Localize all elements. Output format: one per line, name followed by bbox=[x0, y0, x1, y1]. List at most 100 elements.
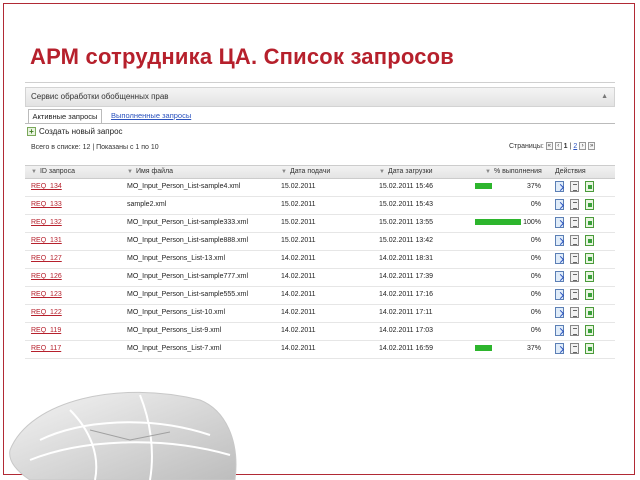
open-icon[interactable] bbox=[555, 271, 564, 282]
first-page-icon[interactable]: « bbox=[545, 142, 553, 150]
row-actions bbox=[555, 253, 615, 265]
plus-icon: + bbox=[27, 127, 36, 137]
loaded-date: 15.02.2011 13:42 bbox=[379, 237, 433, 244]
row-actions bbox=[555, 181, 615, 193]
requests-panel: Сервис обработки обобщенных прав ▲ Актив… bbox=[25, 82, 615, 361]
request-id-link[interactable]: REQ_122 bbox=[31, 304, 62, 322]
tab-active-requests[interactable]: Активные запросы bbox=[28, 109, 102, 124]
table-row[interactable]: REQ_117 MO_Input_Persons_List-7.xml 14.02.… bbox=[25, 340, 615, 359]
col-percent[interactable]: ▼% выполнения bbox=[485, 166, 542, 178]
prev-page-icon[interactable]: ‹ bbox=[554, 142, 562, 150]
file-name: MO_Input_Person_List-sample4.xml bbox=[127, 183, 241, 190]
open-icon[interactable] bbox=[555, 181, 564, 192]
download-icon[interactable] bbox=[585, 289, 594, 300]
download-icon[interactable] bbox=[585, 307, 594, 318]
document-icon[interactable] bbox=[570, 325, 579, 336]
request-id-link[interactable]: REQ_117 bbox=[31, 340, 61, 358]
open-icon[interactable] bbox=[555, 343, 564, 354]
document-icon[interactable] bbox=[570, 199, 579, 210]
request-id-link[interactable]: REQ_123 bbox=[31, 286, 62, 304]
current-page: 1 bbox=[563, 142, 568, 150]
loaded-date: 14.02.2011 17:16 bbox=[379, 291, 433, 298]
download-icon[interactable] bbox=[585, 181, 594, 192]
last-page-icon[interactable]: » bbox=[588, 142, 596, 150]
create-request-label: Создать новый запрос bbox=[39, 127, 123, 136]
col-submitted[interactable]: ▼ Дата подачи bbox=[281, 166, 330, 178]
download-icon[interactable] bbox=[585, 217, 594, 228]
request-id-link[interactable]: REQ_126 bbox=[31, 268, 62, 286]
open-icon[interactable] bbox=[555, 307, 564, 318]
submitted-date: 15.02.2011 bbox=[281, 237, 316, 244]
col-id[interactable]: ▼ ID запроса bbox=[31, 166, 75, 178]
next-page-icon[interactable]: › bbox=[579, 142, 587, 150]
submitted-date: 14.02.2011 bbox=[281, 273, 316, 280]
document-icon[interactable] bbox=[570, 181, 579, 192]
col-loaded[interactable]: ▼ Дата загрузки bbox=[379, 166, 433, 178]
loaded-date: 14.02.2011 16:59 bbox=[379, 345, 433, 352]
request-id-link[interactable]: REQ_133 bbox=[31, 196, 62, 214]
table-row[interactable]: REQ_126 MO_Input_Person_List-sample777.xm… bbox=[25, 268, 615, 287]
table-row[interactable]: REQ_123 MO_Input_Person_List-sample555.xm… bbox=[25, 286, 615, 305]
table-row[interactable]: REQ_134 MO_Input_Person_List-sample4.xml 1… bbox=[25, 178, 615, 197]
document-icon[interactable] bbox=[570, 271, 579, 282]
table-row[interactable]: REQ_131 MO_Input_Person_List-sample888.xm… bbox=[25, 232, 615, 251]
loaded-date: 14.02.2011 17:03 bbox=[379, 327, 433, 334]
loaded-date: 14.02.2011 17:11 bbox=[379, 309, 433, 316]
download-icon[interactable] bbox=[585, 199, 594, 210]
service-title: Сервис обработки обобщенных прав bbox=[31, 92, 169, 101]
request-id-link[interactable]: REQ_127 bbox=[31, 250, 62, 268]
document-icon[interactable] bbox=[570, 343, 579, 354]
document-icon[interactable] bbox=[570, 217, 579, 228]
open-icon[interactable] bbox=[555, 289, 564, 300]
request-id-link[interactable]: REQ_132 bbox=[31, 214, 62, 232]
table-row[interactable]: REQ_133 sample2.xml 15.02.2011 15.02.2011 1… bbox=[25, 196, 615, 215]
table-row[interactable]: REQ_132 MO_Input_Person_List-sample333.xm… bbox=[25, 214, 615, 233]
open-icon[interactable] bbox=[555, 325, 564, 336]
request-id-link[interactable]: REQ_131 bbox=[31, 232, 62, 250]
percent-label: 37% bbox=[526, 345, 541, 352]
document-icon[interactable] bbox=[570, 289, 579, 300]
open-icon[interactable] bbox=[555, 199, 564, 210]
request-id-link[interactable]: REQ_134 bbox=[31, 178, 62, 196]
download-icon[interactable] bbox=[585, 271, 594, 282]
col-actions: Действия bbox=[555, 168, 586, 175]
row-actions bbox=[555, 235, 615, 247]
percent-label: 0% bbox=[530, 237, 541, 244]
open-icon[interactable] bbox=[555, 217, 564, 228]
service-header: Сервис обработки обобщенных прав ▲ bbox=[25, 87, 615, 107]
download-icon[interactable] bbox=[585, 325, 594, 336]
tab-completed-requests[interactable]: Выполненные запросы bbox=[111, 109, 191, 122]
percent-label: 37% bbox=[526, 183, 541, 190]
document-icon[interactable] bbox=[570, 235, 579, 246]
pagination: Страницы: « ‹ 1 | 2 › » bbox=[509, 142, 596, 150]
percent-label: 0% bbox=[530, 327, 541, 334]
loaded-date: 14.02.2011 18:31 bbox=[379, 255, 433, 262]
download-icon[interactable] bbox=[585, 253, 594, 264]
loaded-date: 15.02.2011 13:55 bbox=[379, 219, 433, 226]
collapse-icon[interactable]: ▲ bbox=[601, 88, 608, 106]
page-2-link[interactable]: 2 bbox=[573, 143, 577, 150]
percent-label: 0% bbox=[530, 201, 541, 208]
file-name: MO_Input_Persons_List-13.xml bbox=[127, 255, 226, 262]
document-icon[interactable] bbox=[570, 307, 579, 318]
document-icon[interactable] bbox=[570, 253, 579, 264]
request-id-link[interactable]: REQ_119 bbox=[31, 322, 61, 340]
file-name: MO_Input_Person_List-sample555.xml bbox=[127, 291, 249, 298]
table-row[interactable]: REQ_119 MO_Input_Persons_List-9.xml 14.02.… bbox=[25, 322, 615, 341]
table-row[interactable]: REQ_122 MO_Input_Persons_List-10.xml 14.02… bbox=[25, 304, 615, 323]
col-filename[interactable]: ▼ Имя файла bbox=[127, 166, 173, 178]
page-title: АРМ сотрудника ЦА. Список запросов bbox=[30, 44, 455, 69]
globe-decoration bbox=[9, 391, 237, 480]
table-row[interactable]: REQ_127 MO_Input_Persons_List-13.xml 14.02… bbox=[25, 250, 615, 269]
create-request-button[interactable]: + Создать новый запрос bbox=[27, 127, 123, 137]
percent-label: 100% bbox=[523, 219, 541, 226]
percent-label: 0% bbox=[530, 291, 541, 298]
progress-bar bbox=[475, 183, 492, 189]
open-icon[interactable] bbox=[555, 253, 564, 264]
row-actions bbox=[555, 271, 615, 283]
download-icon[interactable] bbox=[585, 343, 594, 354]
download-icon[interactable] bbox=[585, 235, 594, 246]
loaded-date: 15.02.2011 15:46 bbox=[379, 183, 433, 190]
file-name: MO_Input_Person_List-sample333.xml bbox=[127, 219, 249, 226]
open-icon[interactable] bbox=[555, 235, 564, 246]
